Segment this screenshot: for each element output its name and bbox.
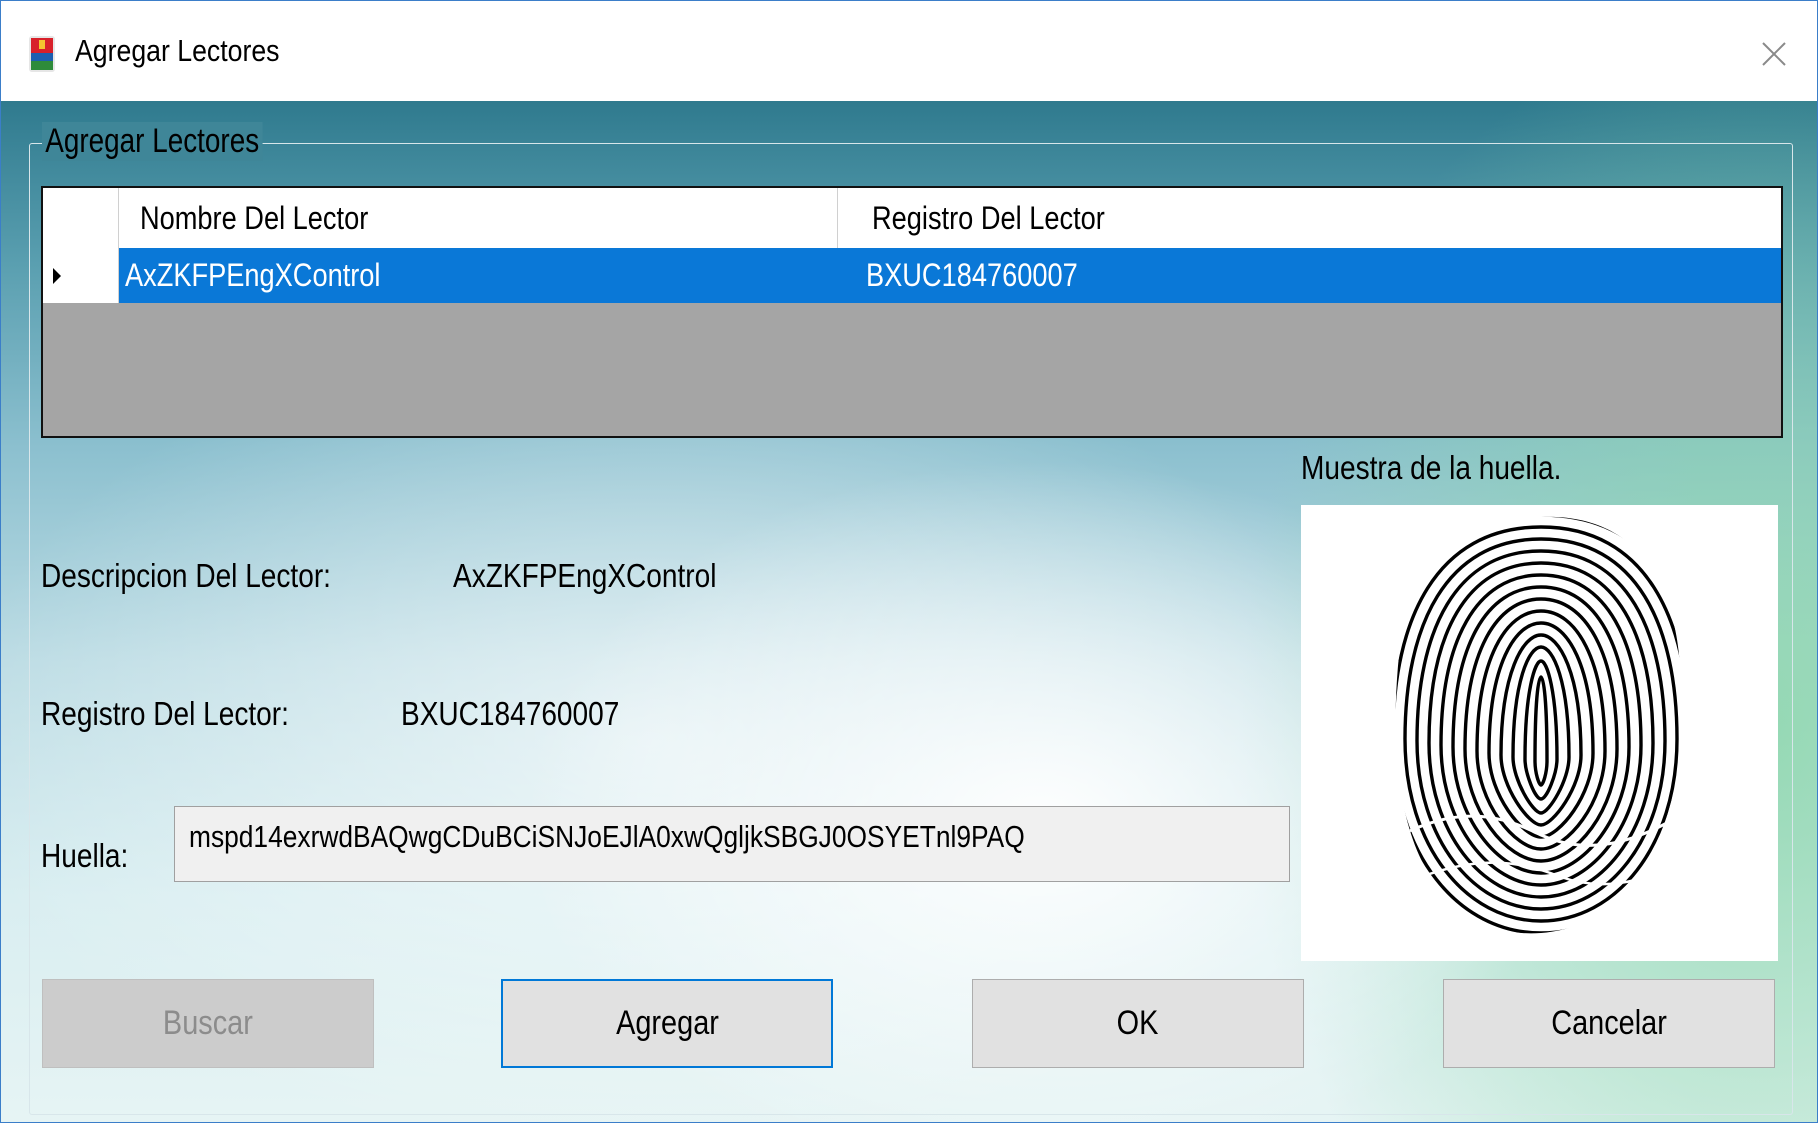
agregar-lectores-window: Agregar Lectores Agregar Lectores Nombre… <box>0 0 1818 1123</box>
huella-value: mspd14exrwdBAQwgCDuBCiSNJoEJlA0xwQgljkSB… <box>189 819 1025 854</box>
table-row[interactable]: AxZKFPEngXControl BXUC184760007 <box>43 248 1781 303</box>
current-row-arrow-icon <box>53 268 61 284</box>
readers-table[interactable]: Nombre Del Lector Registro Del Lector Ax… <box>41 186 1783 438</box>
cancelar-button[interactable]: Cancelar <box>1443 979 1775 1068</box>
title-bar: Agregar Lectores <box>1 1 1817 101</box>
descripcion-value: AxZKFPEngXControl <box>453 557 717 594</box>
registro-value: BXUC184760007 <box>401 695 620 732</box>
cell-registro[interactable]: BXUC184760007 <box>866 248 1766 303</box>
fingerprint-image <box>1395 516 1683 934</box>
column-header-registro[interactable]: Registro Del Lector <box>858 188 1781 248</box>
huella-label: Huella: <box>41 837 129 874</box>
row-selector[interactable] <box>43 248 119 303</box>
buscar-button[interactable]: Buscar <box>42 979 374 1068</box>
huella-field[interactable]: mspd14exrwdBAQwgCDuBCiSNJoEJlA0xwQgljkSB… <box>174 806 1290 882</box>
descripcion-label: Descripcion Del Lector: <box>41 557 331 594</box>
table-header: Nombre Del Lector Registro Del Lector <box>43 188 1781 248</box>
app-shield-icon <box>29 36 55 72</box>
agregar-button[interactable]: Agregar <box>501 979 833 1068</box>
fingerprint-sample-box <box>1301 505 1778 961</box>
fingerprint-caption: Muestra de la huella. <box>1301 449 1562 486</box>
group-legend: Agregar Lectores <box>42 122 263 161</box>
column-header-nombre[interactable]: Nombre Del Lector <box>118 188 838 248</box>
window-title: Agregar Lectores <box>75 33 280 68</box>
registro-label: Registro Del Lector: <box>41 695 289 732</box>
ok-button[interactable]: OK <box>972 979 1304 1068</box>
close-icon[interactable] <box>1751 31 1797 77</box>
cell-nombre[interactable]: AxZKFPEngXControl <box>125 248 845 303</box>
row-header-corner <box>43 188 119 248</box>
